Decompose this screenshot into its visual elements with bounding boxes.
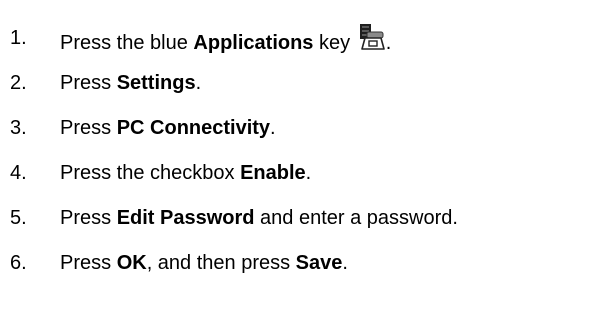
step-item: 2. Press Settings.: [0, 68, 591, 98]
step-fragment: Press the checkbox: [60, 162, 241, 184]
step-item: 4. Press the checkbox Enable.: [0, 158, 591, 188]
step-item: 1. Press the blue Applications key .: [0, 23, 591, 54]
step-number: 2.: [10, 72, 27, 94]
step-text: Press Settings.: [60, 68, 201, 98]
step-number: 4.: [10, 162, 27, 184]
step-item: 6. Press OK, and then press Save.: [0, 248, 591, 278]
step-keyword: Applications: [193, 32, 314, 54]
step-text: Press the blue Applications key .: [60, 23, 391, 58]
step-text: Press the checkbox Enable.: [60, 158, 311, 188]
step-keyword: OK: [116, 252, 147, 274]
step-fragment: .: [342, 252, 348, 274]
step-number: 6.: [10, 252, 27, 274]
step-fragment: Press the blue: [60, 32, 194, 54]
step-fragment: .: [385, 32, 392, 54]
step-text: Press Edit Password and enter a password…: [60, 203, 458, 233]
step-keyword: Enable: [240, 162, 306, 184]
step-number: 5.: [10, 207, 27, 229]
step-text: Press OK, and then press Save.: [60, 248, 348, 278]
step-keyword: Settings: [116, 72, 196, 94]
step-item: 3. Press PC Connectivity.: [0, 113, 591, 143]
step-fragment: key: [313, 32, 356, 54]
step-keyword: Edit Password: [116, 207, 255, 229]
step-number: 1.: [10, 27, 27, 49]
step-fragment: Press: [60, 207, 117, 229]
step-fragment: .: [270, 117, 276, 139]
step-item: 5. Press Edit Password and enter a passwo…: [0, 203, 591, 233]
step-fragment: .: [305, 162, 312, 184]
applications-key-icon: [358, 23, 386, 51]
step-fragment: Press: [60, 117, 117, 139]
step-keyword: Save: [295, 252, 343, 274]
step-fragment: Press: [60, 72, 117, 94]
step-text: Press PC Connectivity.: [60, 113, 276, 143]
step-number: 3.: [10, 117, 27, 139]
step-keyword: PC Connectivity: [116, 117, 271, 139]
step-fragment: and enter a password.: [254, 207, 458, 229]
step-fragment: Press: [60, 252, 117, 274]
step-fragment: , and then press: [146, 252, 296, 274]
step-fragment: .: [195, 72, 202, 94]
